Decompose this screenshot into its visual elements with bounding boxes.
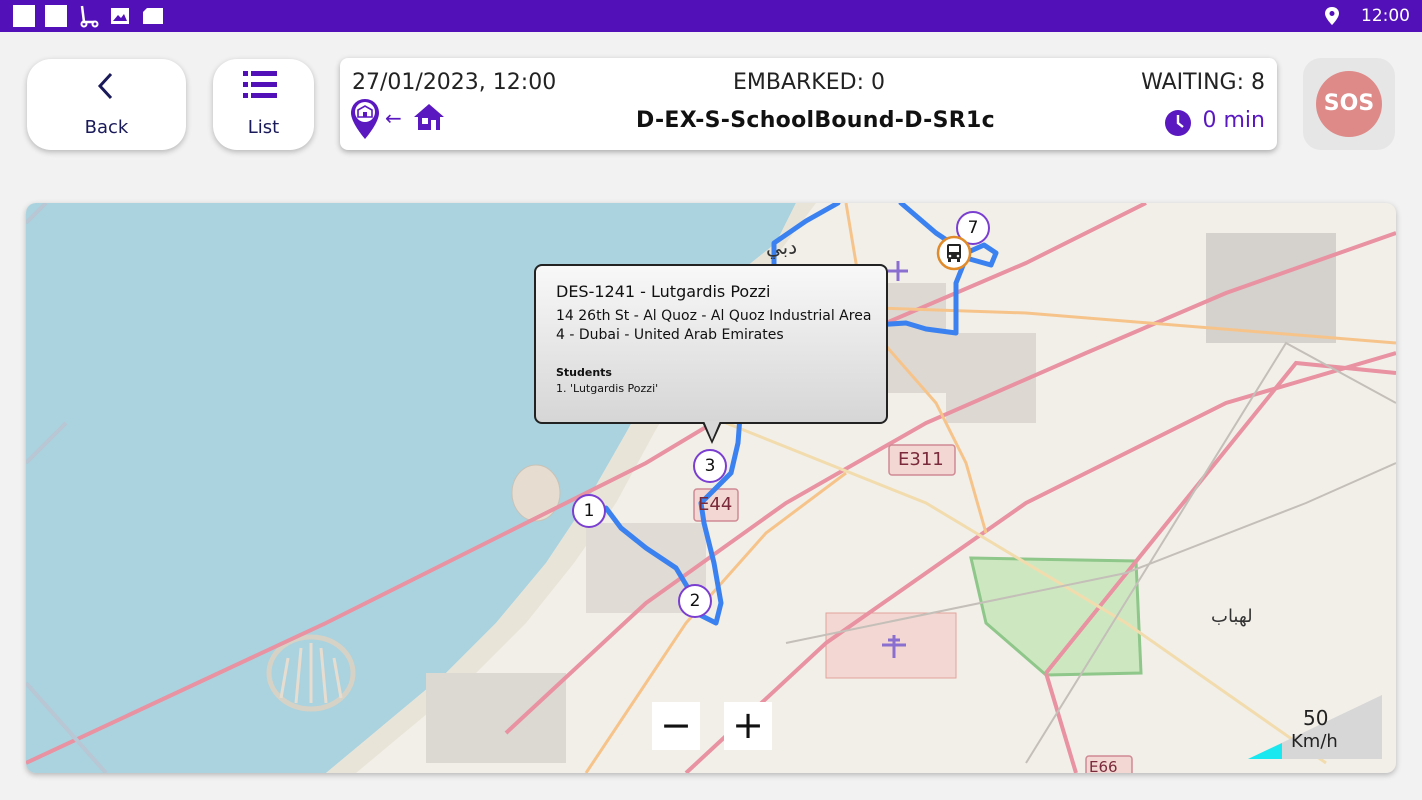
stop-marker-1[interactable]: 1 [572,494,606,528]
stop-marker-3[interactable]: 3 [693,449,727,483]
zoom-out-button[interactable]: − [652,702,700,750]
stop-marker-2[interactable]: 2 [678,584,712,618]
list-label: List [247,117,280,138]
image-icon [111,8,129,24]
speed-unit: Km/h [1291,731,1338,752]
back-label: Back [84,117,129,138]
speed-value: 50 [1303,706,1329,730]
notification-square-icon [45,5,67,27]
list-button[interactable]: List [213,59,314,150]
sos-label: SOS [1316,71,1382,137]
home-icon [414,104,444,130]
zoom-in-button[interactable]: + [724,702,772,750]
clock-icon [1165,110,1191,136]
status-bar: 12:00 [0,0,1422,32]
popup-student-item: 1. 'Lutgardis Pozzi' [556,382,659,395]
status-time: 12:00 [1361,6,1410,26]
popup-students-heading: Students [556,366,612,379]
sos-button[interactable]: SOS [1303,58,1395,150]
popup-address-line1: 14 26th St - Al Quoz - Al Quoz Industria… [556,308,872,324]
popup-address-line2: 4 - Dubai - United Arab Emirates [556,327,784,343]
popup-tail-fill [704,421,720,440]
waiting-count: WAITING: 8 [1141,70,1265,95]
location-icon [1325,7,1339,25]
highway-label-e311: E311 [898,449,944,470]
stop-info-popup: DES-1241 - Lutgardis Pozzi 14 26th St - … [534,264,888,424]
popup-title: DES-1241 - Lutgardis Pozzi [556,282,771,301]
place-label-lahbab: لهباب [1211,606,1253,627]
highway-label-e44: E44 [698,494,733,515]
trip-datetime: 27/01/2023, 12:00 [352,70,557,95]
route-name: D-EX-S-SchoolBound-D-SR1c [636,108,995,133]
highway-label-e66: E66 [1089,758,1118,773]
embarked-count: EMBARKED: 0 [733,70,885,95]
trip-info-panel: 27/01/2023, 12:00 EMBARKED: 0 WAITING: 8… [340,58,1277,150]
scooter-icon [80,5,99,28]
notification-square-icon [13,5,35,27]
back-button[interactable]: Back [27,59,186,150]
bus-icon[interactable] [936,235,972,271]
list-icon [243,71,277,98]
chevron-left-icon [97,72,113,100]
sd-card-icon [143,8,163,24]
school-pin-icon [351,99,379,139]
place-label-dubai: دبي [766,235,798,259]
trip-duration: 0 min [1202,108,1265,133]
direction-arrow: ← [385,106,402,130]
